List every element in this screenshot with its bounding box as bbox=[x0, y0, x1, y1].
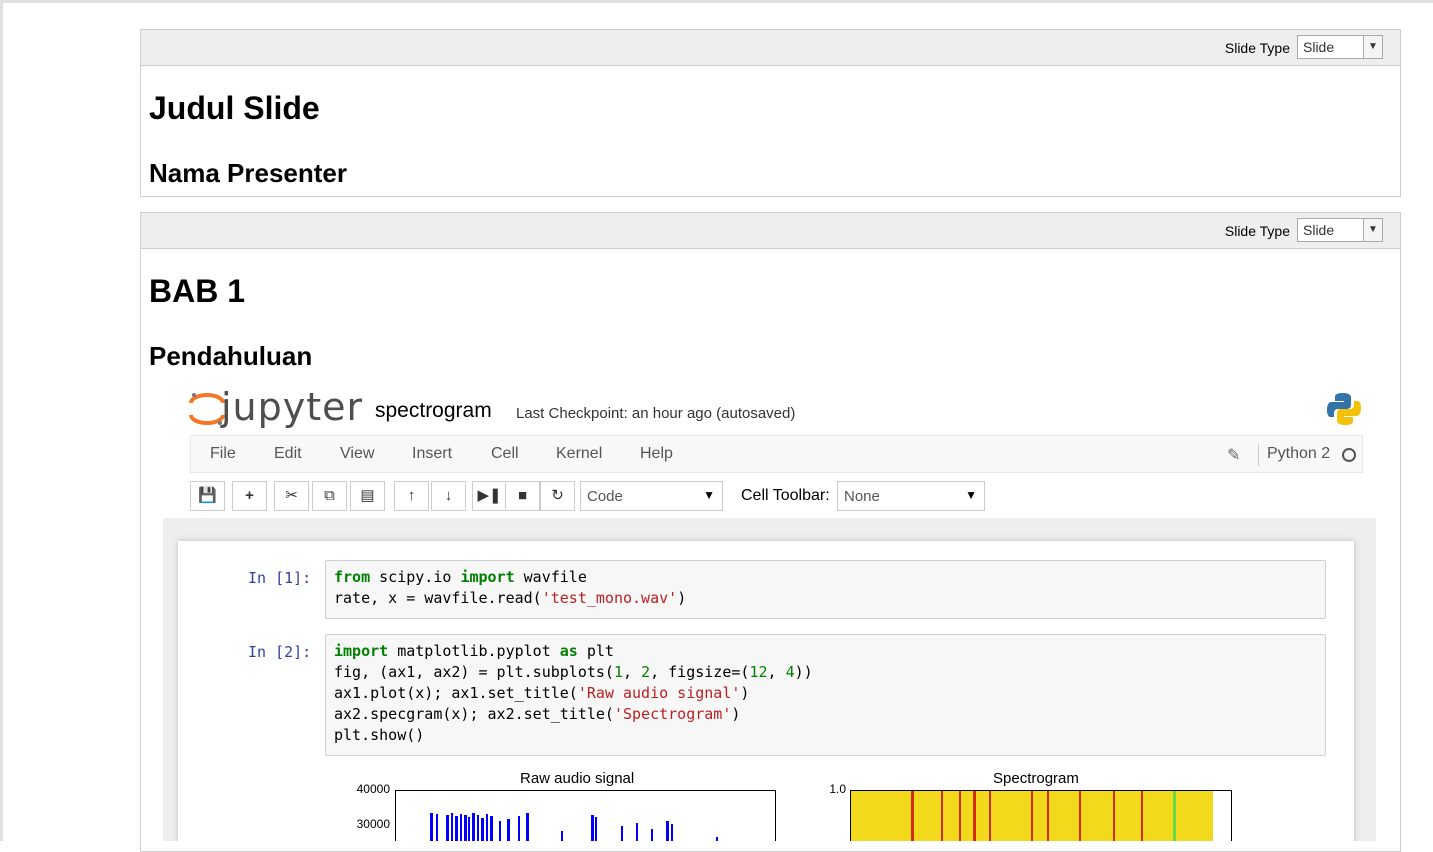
save-icon: 💾 bbox=[198, 487, 217, 504]
cut-button[interactable]: ✂ bbox=[274, 481, 309, 511]
notebook-title: spectrogram bbox=[375, 399, 492, 422]
save-button[interactable]: 💾 bbox=[190, 481, 225, 511]
arrow-down-icon: ↓ bbox=[444, 487, 453, 504]
jupyter-logo-text: jupyter bbox=[221, 385, 364, 429]
spectrogram-image bbox=[851, 791, 1213, 841]
slide-cell-1[interactable]: Slide Type Slide ▼ Judul Slide Nama Pres… bbox=[140, 29, 1401, 197]
pencil-icon[interactable]: ✎ bbox=[1227, 445, 1240, 465]
menu-insert[interactable]: Insert bbox=[412, 445, 452, 463]
signal-bars bbox=[430, 813, 718, 841]
menu-edit[interactable]: Edit bbox=[274, 445, 302, 463]
slide-heading: BAB 1 bbox=[149, 273, 246, 309]
caret-down-icon: ▼ bbox=[965, 488, 977, 502]
jupyter-screenshot-image: jupyter spectrogram Last Checkpoint: an … bbox=[163, 383, 1376, 841]
menu-cell[interactable]: Cell bbox=[491, 445, 519, 463]
slide-heading: Judul Slide bbox=[149, 90, 320, 126]
menu-file[interactable]: File bbox=[210, 445, 236, 463]
cell-type-select[interactable]: Code ▼ bbox=[580, 481, 723, 511]
run-icon: ▶❚ bbox=[477, 487, 502, 504]
cell-toolbar: Slide Type Slide ▼ bbox=[141, 213, 1400, 249]
checkpoint-status: Last Checkpoint: an hour ago (autosaved) bbox=[516, 405, 796, 422]
move-up-button[interactable]: ↑ bbox=[394, 481, 429, 511]
slide-type-label: Slide Type bbox=[1224, 223, 1290, 239]
left-plot-title: Raw audio signal bbox=[520, 770, 635, 787]
raw-signal-plot bbox=[395, 790, 776, 841]
input-prompt: In [1]: bbox=[248, 569, 312, 587]
python-logo-icon bbox=[1327, 393, 1361, 425]
copy-button[interactable]: ⧉ bbox=[312, 481, 347, 511]
y-tick-label: 1.0 bbox=[829, 782, 846, 796]
restart-button[interactable]: ↻ bbox=[540, 481, 575, 511]
run-button[interactable]: ▶❚ bbox=[472, 481, 507, 511]
notebook-container: In [1]: from scipy.io import wavfile rat… bbox=[178, 541, 1354, 841]
kernel-status-icon bbox=[1342, 448, 1356, 462]
right-plot-title: Spectrogram bbox=[993, 770, 1079, 787]
input-prompt: In [2]: bbox=[248, 643, 312, 661]
arrow-up-icon: ↑ bbox=[407, 487, 416, 504]
code-cell-1[interactable]: from scipy.io import wavfile rate, x = w… bbox=[325, 560, 1326, 619]
menu-kernel[interactable]: Kernel bbox=[556, 445, 602, 463]
cell-type-value: Code bbox=[587, 488, 623, 505]
cell-toolbar-select[interactable]: None ▼ bbox=[837, 481, 985, 511]
raw-signal-waveform bbox=[430, 813, 718, 841]
spectrogram-plot bbox=[850, 790, 1232, 841]
menu-help[interactable]: Help bbox=[640, 445, 673, 463]
menu-view[interactable]: View bbox=[340, 445, 374, 463]
slide-type-value: Slide bbox=[1303, 39, 1335, 55]
plus-icon: + bbox=[245, 487, 254, 504]
chevron-down-icon: ▼ bbox=[1363, 36, 1382, 58]
stop-icon: ■ bbox=[517, 487, 528, 504]
slide-type-select[interactable]: Slide ▼ bbox=[1297, 218, 1383, 242]
slide-type-value: Slide bbox=[1303, 222, 1335, 238]
scissors-icon: ✂ bbox=[285, 487, 298, 504]
insert-cell-button[interactable]: + bbox=[232, 481, 267, 511]
y-tick-label: 40000 bbox=[356, 782, 390, 796]
paste-icon: ▤ bbox=[360, 487, 375, 504]
slide-subheading: Pendahuluan bbox=[149, 341, 313, 371]
caret-down-icon: ▼ bbox=[703, 488, 715, 502]
chevron-down-icon: ▼ bbox=[1363, 219, 1382, 241]
code-cell-2[interactable]: import matplotlib.pyplot as plt fig, (ax… bbox=[325, 634, 1326, 756]
paste-button[interactable]: ▤ bbox=[350, 481, 385, 511]
kernel-name: Python 2 bbox=[1267, 445, 1331, 462]
kernel-divider bbox=[1258, 444, 1259, 466]
slide-type-select[interactable]: Slide ▼ bbox=[1297, 35, 1383, 59]
menu-bar: File Edit View Insert Cell Kernel Help ✎… bbox=[190, 435, 1363, 473]
slide-type-label: Slide Type bbox=[1224, 40, 1290, 56]
copy-icon: ⧉ bbox=[324, 487, 335, 504]
stop-button[interactable]: ■ bbox=[505, 481, 540, 511]
move-down-button[interactable]: ↓ bbox=[431, 481, 466, 511]
y-tick-label: 30000 bbox=[356, 817, 390, 831]
cell-toolbar-value: None bbox=[844, 488, 880, 505]
cell-toolbar: Slide Type Slide ▼ bbox=[141, 30, 1400, 66]
cell-toolbar-label: Cell Toolbar: bbox=[741, 487, 830, 504]
restart-icon: ↻ bbox=[551, 487, 564, 504]
slide-subheading: Nama Presenter bbox=[149, 158, 347, 188]
